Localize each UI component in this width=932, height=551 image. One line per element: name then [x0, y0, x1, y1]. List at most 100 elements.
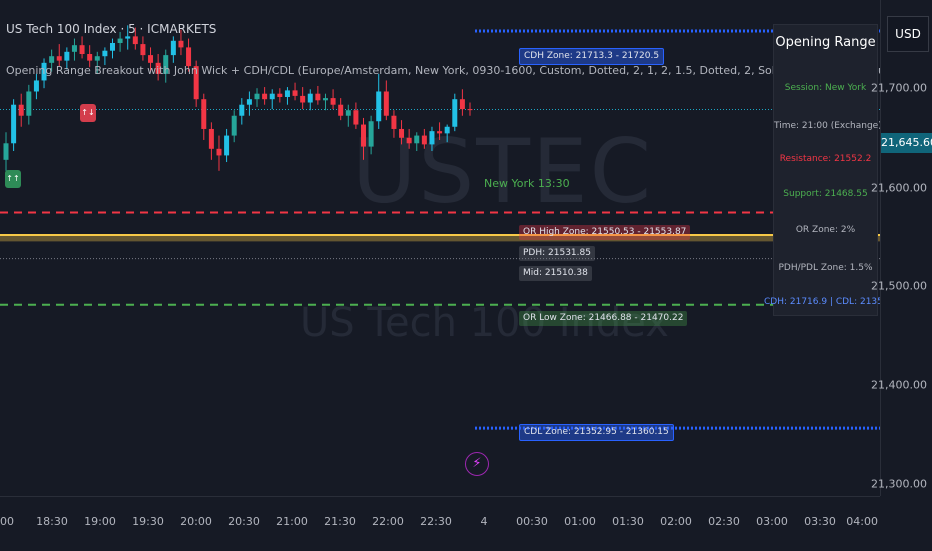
candle-body	[170, 40, 176, 56]
candle-body	[125, 36, 131, 39]
symbol-title[interactable]: US Tech 100 Index · 5 · ICMARKETS	[6, 22, 216, 36]
candle-body	[49, 56, 55, 63]
table-pdh-pdl-zone: PDH/PDL Zone: 1.5%	[778, 263, 873, 273]
candle-body	[361, 124, 367, 147]
time-label: 04:00	[846, 515, 878, 528]
candle-body	[269, 93, 275, 100]
candle-body	[87, 54, 93, 61]
session-label: New York 13:30	[484, 177, 570, 190]
candle-body	[262, 93, 268, 100]
buy-signal-marker: ↑↑	[5, 170, 21, 188]
table-support: Support: 21468.55	[783, 189, 868, 199]
candle-body	[11, 104, 17, 144]
candle-body	[277, 93, 283, 97]
price-label: 21,500.00	[871, 279, 927, 293]
candle-body	[414, 135, 420, 144]
lightning-icon[interactable]: ⚡	[465, 452, 489, 476]
candle-body	[383, 91, 389, 116]
time-label: 00	[0, 515, 14, 528]
candle-body	[459, 99, 465, 110]
or-high-zone-label: OR High Zone: 21550.53 - 21553.87	[519, 225, 691, 240]
time-label: 19:30	[132, 515, 164, 528]
candle-body	[330, 98, 336, 105]
candle-body	[26, 91, 32, 116]
time-label: 18:30	[36, 515, 68, 528]
candle-body	[429, 131, 435, 145]
time-label: 4	[480, 515, 488, 528]
candle-body	[300, 95, 306, 103]
candle-body	[201, 99, 207, 129]
candle-body	[33, 80, 39, 92]
time-label: 03:30	[804, 515, 836, 528]
price-label: 21,300.00	[871, 477, 927, 491]
chart-area[interactable]: USTEC US Tech 100 Index US Tech 100 Inde…	[0, 0, 880, 496]
table-or-zone: OR Zone: 2%	[795, 225, 856, 235]
time-label: 03:00	[756, 515, 788, 528]
candle-body	[56, 56, 62, 61]
candle-body	[292, 90, 298, 96]
candle-body	[178, 40, 184, 48]
candle-body	[406, 137, 412, 144]
candle-body	[368, 121, 374, 147]
candle-body	[71, 45, 77, 52]
candle-body	[307, 93, 313, 103]
currency-button[interactable]: USD	[887, 16, 929, 52]
sell-signal-marker: ↑↓	[80, 104, 96, 122]
table-resistance: Resistance: 21552.2	[779, 154, 872, 164]
candle-body	[391, 115, 397, 129]
pdh-label: PDH: 21531.85	[519, 246, 595, 261]
candle-body	[3, 143, 9, 160]
table-session: Session: New York	[784, 83, 867, 93]
candle-body	[109, 42, 115, 51]
candle-body	[315, 93, 321, 101]
candle-body	[216, 148, 222, 156]
price-axis[interactable]: USD 21,700.00 21,600.00 21,500.00 21,400…	[871, 0, 932, 496]
candle-body	[338, 104, 344, 116]
candle-body	[94, 56, 100, 61]
cdh-zone-label: CDH Zone: 21713.3 - 21720.5	[519, 48, 665, 65]
or-low-zone-label: OR Low Zone: 21466.88 - 21470.22	[519, 311, 688, 326]
candle-body	[102, 50, 108, 57]
indicator-legend[interactable]: Opening Range Breakout with John Wick + …	[6, 64, 880, 77]
candle-body	[421, 135, 427, 145]
candle-body	[399, 128, 405, 138]
candle-body	[79, 45, 85, 55]
candle-body	[376, 91, 382, 122]
time-label: 22:30	[420, 515, 452, 528]
time-label: 02:00	[660, 515, 692, 528]
time-label: 02:30	[708, 515, 740, 528]
candle-body	[18, 104, 24, 116]
time-label: 22:00	[372, 515, 404, 528]
time-label: 21:30	[324, 515, 356, 528]
price-label: 21,600.00	[871, 181, 927, 195]
candle-body	[254, 93, 260, 100]
candle-body	[345, 110, 351, 116]
candle-body	[322, 98, 328, 101]
candle-body	[148, 55, 154, 63]
candle-body	[208, 128, 214, 149]
candle-body	[224, 135, 230, 156]
table-title: Opening Range	[775, 35, 876, 50]
time-label: 19:00	[84, 515, 116, 528]
candle-body	[246, 99, 252, 105]
candle-body	[353, 110, 359, 125]
time-label: 00:30	[516, 515, 548, 528]
candle-body	[140, 44, 146, 56]
time-axis[interactable]: 00 18:30 19:00 19:30 20:00 20:30 21:00 21:30 22:…	[0, 496, 880, 551]
price-label: 21,400.00	[871, 378, 927, 392]
candle-body	[117, 38, 123, 43]
table-time: Time: 21:00 (Exchange)	[774, 121, 880, 131]
time-label: 21:00	[276, 515, 308, 528]
table-cdh-cdl: CDH: 21716.9 | CDL: 21356.55	[764, 297, 880, 307]
time-label: 20:30	[228, 515, 260, 528]
candle-body	[239, 104, 245, 116]
price-label: 21,700.00	[871, 81, 927, 95]
candle-body	[467, 109, 473, 111]
time-label: 20:00	[180, 515, 212, 528]
mid-label: Mid: 21510.38	[519, 266, 592, 281]
opening-range-table: Opening Range Session: New York Time: 21…	[764, 24, 880, 316]
candle-body	[444, 126, 450, 134]
candle-body	[64, 51, 70, 61]
time-label: 01:30	[612, 515, 644, 528]
candle-body	[132, 36, 138, 45]
